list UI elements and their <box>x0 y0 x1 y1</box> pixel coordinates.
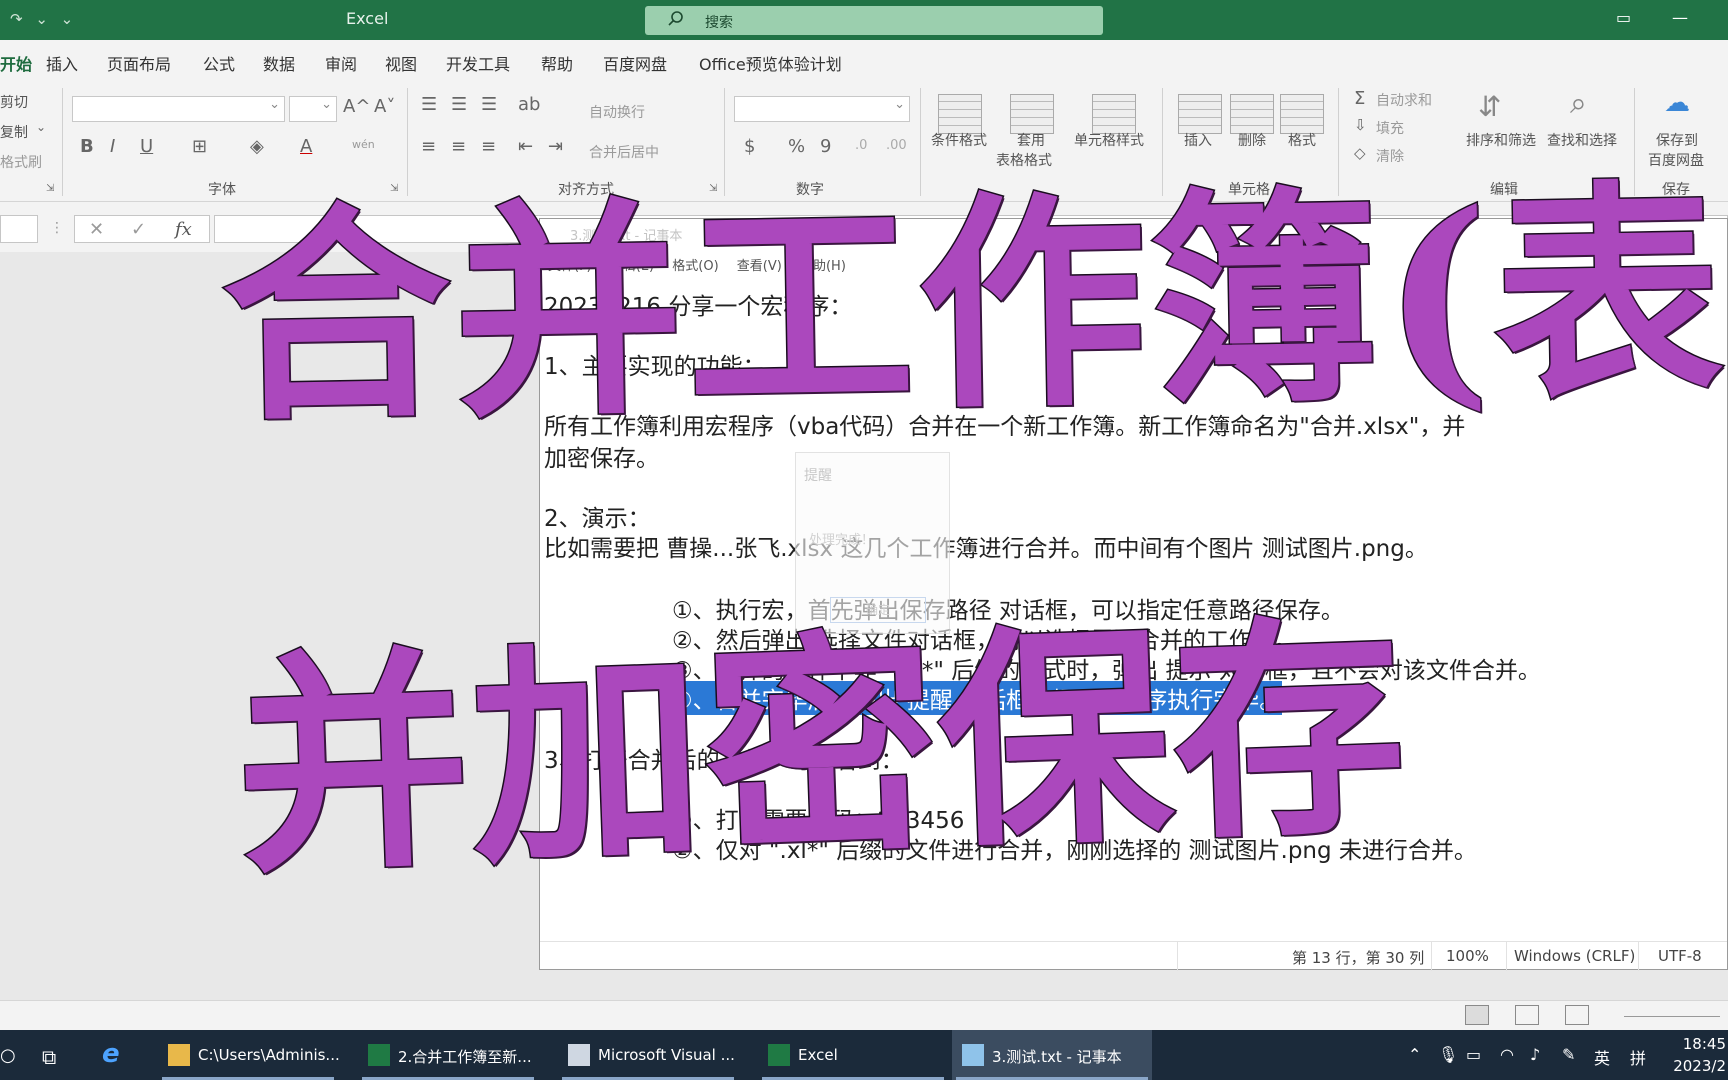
taskbar-item-explorer[interactable]: C:\Users\Adminis... <box>158 1030 340 1080</box>
number-format-select[interactable] <box>734 96 910 122</box>
search-box[interactable]: 搜索 <box>645 6 1103 35</box>
battery-icon[interactable]: ▭ <box>1466 1045 1481 1064</box>
task-view-icon[interactable]: ⧉ <box>42 1045 56 1069</box>
status-divider <box>1431 942 1432 971</box>
tab-view[interactable]: 视图 <box>385 51 417 75</box>
zoom-slider[interactable] <box>1624 1016 1720 1017</box>
taskbar-item-excel[interactable]: Excel <box>758 1030 948 1080</box>
zoom-level: 100% <box>1446 947 1489 965</box>
underline-button[interactable]: U <box>140 136 153 157</box>
insert-function-button[interactable]: fx <box>175 219 192 240</box>
taskbar-item-notepad[interactable]: 3.测试.txt - 记事本 <box>952 1030 1152 1080</box>
cut-button[interactable]: 剪切 <box>0 92 28 112</box>
font-size-select[interactable] <box>289 96 337 122</box>
status-divider <box>1506 942 1507 971</box>
grow-font-icon[interactable]: A^ <box>343 96 370 117</box>
app-title: Excel <box>346 9 389 28</box>
network-icon[interactable]: ◠ <box>1500 1045 1514 1064</box>
formula-buttons: ✕ ✓ fx <box>74 215 210 243</box>
notepad-status-bar: 第 13 行，第 30 列 100% Windows (CRLF) UTF-8 <box>540 941 1727 971</box>
cancel-formula-button[interactable]: ✕ <box>89 219 104 240</box>
italic-button[interactable]: I <box>110 136 115 157</box>
internet-explorer-icon[interactable]: e <box>102 1039 120 1069</box>
quick-access-toolbar[interactable]: ↷ ⌄ ⌄ <box>10 10 77 28</box>
tab-page-layout[interactable]: 页面布局 <box>107 51 171 75</box>
overlay-title-line2: 并加密保存 <box>231 589 1413 906</box>
tab-baidu-netdisk[interactable]: 百度网盘 <box>603 51 667 75</box>
minimize-button[interactable]: — <box>1672 8 1688 27</box>
tab-data[interactable]: 数据 <box>263 51 295 75</box>
wrap-text-button[interactable]: 自动换行 <box>589 102 645 122</box>
excel-title-bar: ↷ ⌄ ⌄ Excel 搜索 ▭ — <box>0 0 1728 40</box>
ribbon-display-options-icon[interactable]: ▭ <box>1616 8 1631 27</box>
clipboard-launcher-icon[interactable]: ⇲ <box>46 183 54 194</box>
autosum-button[interactable]: 自动求和 <box>1376 90 1432 110</box>
ribbon-separator <box>62 88 63 196</box>
autosum-icon[interactable]: Σ <box>1354 88 1365 109</box>
encoding: UTF-8 <box>1658 947 1702 965</box>
orientation-icon[interactable]: ab <box>518 94 540 115</box>
excel-icon <box>368 1044 390 1066</box>
normal-view-icon[interactable] <box>1465 1005 1489 1025</box>
clock-date: 2023/2 <box>1673 1057 1726 1075</box>
volume-icon[interactable]: ♪ <box>1530 1045 1540 1064</box>
font-name-select[interactable] <box>72 96 285 122</box>
align-top-icon[interactable]: ☰ <box>421 94 437 115</box>
ribbon-tabs: 开始 插入 页面布局 公式 数据 审阅 视图 开发工具 帮助 百度网盘 Offi… <box>0 40 1728 84</box>
page-break-view-icon[interactable] <box>1565 1005 1589 1025</box>
excel-status-bar <box>0 1000 1728 1030</box>
pen-icon[interactable]: ✎ <box>1562 1045 1575 1064</box>
message-box-text: 处理完成！ <box>809 533 875 548</box>
message-box-title: 提醒 <box>804 468 832 484</box>
start-icon[interactable]: ○ <box>0 1045 16 1066</box>
vba-editor-icon <box>568 1044 590 1066</box>
tab-review[interactable]: 审阅 <box>325 51 357 75</box>
format-painter-button[interactable]: 格式刷 <box>0 152 42 172</box>
shrink-font-icon[interactable]: A˅ <box>374 96 395 117</box>
ime-language[interactable]: 英 <box>1594 1045 1610 1069</box>
tab-insert[interactable]: 插入 <box>46 51 78 75</box>
clock-time: 18:45 <box>1682 1035 1726 1053</box>
system-clock[interactable]: 18:45 2023/2 <box>1660 1033 1726 1077</box>
search-icon <box>668 11 683 26</box>
tab-formulas[interactable]: 公式 <box>203 51 235 75</box>
copy-button[interactable]: 复制 <box>0 122 28 142</box>
text-line[interactable]: 2、演示： <box>544 499 651 533</box>
tray-overflow-icon[interactable]: ⌃ <box>1408 1045 1421 1064</box>
status-divider <box>1638 942 1639 971</box>
enter-formula-button[interactable]: ✓ <box>131 219 146 240</box>
windows-taskbar: ○ ⧉ e C:\Users\Adminis... 2.合并工作簿至新... M… <box>0 1030 1728 1080</box>
line-ending: Windows (CRLF) <box>1514 947 1636 965</box>
copy-dropdown-icon[interactable]: ⌄ <box>36 120 46 134</box>
taskbar-item-vba-editor[interactable]: Microsoft Visual ... <box>558 1030 738 1080</box>
formula-bar-grip-icon: ⋮ <box>50 220 64 236</box>
notepad-icon <box>962 1044 984 1066</box>
ime-mode[interactable]: 拼 <box>1630 1045 1646 1069</box>
bold-button[interactable]: B <box>80 136 94 157</box>
excel-icon <box>768 1044 790 1066</box>
microphone-icon[interactable]: 🎙︎ <box>1438 1045 1458 1064</box>
overlay-title-line1: 合并工作簿(表) <box>219 154 1728 453</box>
align-middle-icon[interactable]: ☰ <box>451 94 467 115</box>
folder-icon <box>168 1044 190 1066</box>
search-placeholder: 搜索 <box>705 15 733 31</box>
tab-help[interactable]: 帮助 <box>541 51 573 75</box>
tab-office-insider[interactable]: Office预览体验计划 <box>699 51 842 75</box>
taskbar-item-excel-workbook[interactable]: 2.合并工作簿至新... <box>358 1030 538 1080</box>
borders-icon[interactable]: ⊞ <box>192 136 207 157</box>
tab-developer[interactable]: 开发工具 <box>446 51 510 75</box>
page-layout-view-icon[interactable] <box>1515 1005 1539 1025</box>
name-box[interactable] <box>0 215 38 243</box>
tab-home[interactable]: 开始 <box>0 51 33 84</box>
align-bottom-icon[interactable]: ☰ <box>481 94 497 115</box>
status-divider <box>1177 942 1178 971</box>
cursor-position: 第 13 行，第 30 列 <box>1292 949 1425 967</box>
